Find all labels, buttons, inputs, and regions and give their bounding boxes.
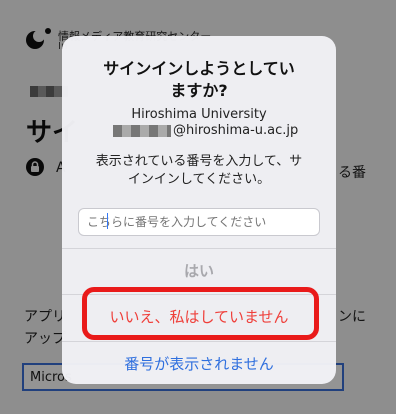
text-cursor [107, 213, 108, 229]
redacted-username [113, 125, 171, 137]
number-input[interactable] [78, 208, 320, 236]
instruction-line-1: 表示されている番号を入力して、サ [95, 154, 303, 169]
number-not-shown-button[interactable]: 番号が表示されません [62, 342, 336, 384]
dialog-title-line-2: ますか? [170, 81, 228, 100]
dialog-title-line-1: サインインしようとしてい [103, 59, 295, 78]
red-highlight-box [82, 287, 319, 340]
email-domain: @hiroshima-u.ac.jp [173, 123, 299, 138]
account-email: @hiroshima-u.ac.jp [62, 123, 336, 139]
organization-name: Hiroshima University [131, 107, 267, 122]
instruction-line-2: インインしてください。 [127, 172, 271, 187]
